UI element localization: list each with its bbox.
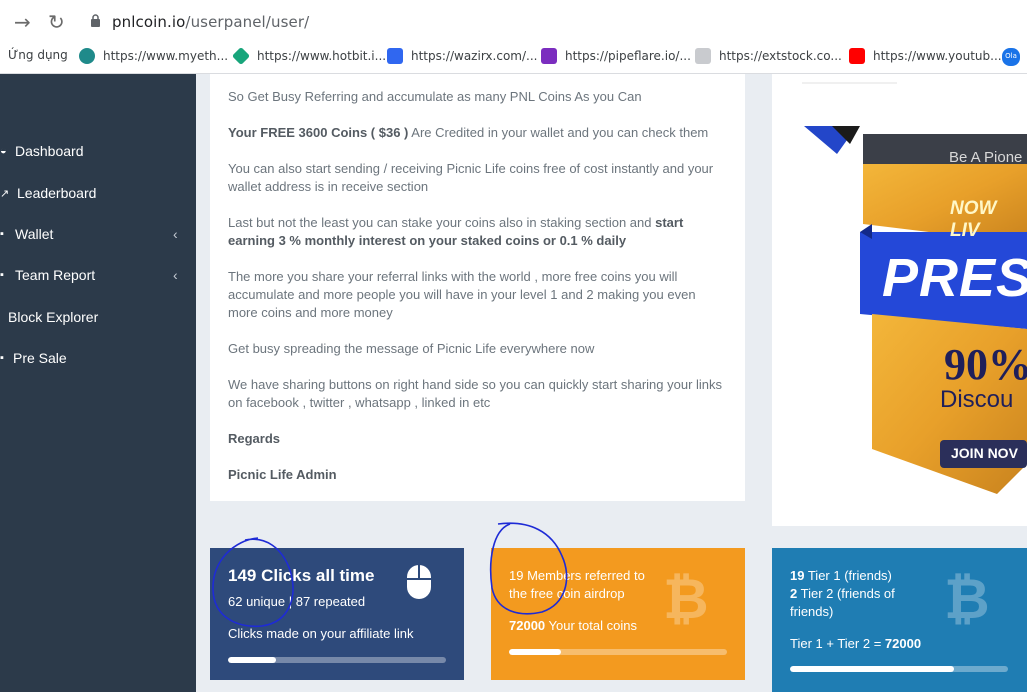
sidebar-item-block-explorer[interactable]: Block Explorer	[8, 305, 98, 329]
clicks-title: 149 Clicks all time	[228, 566, 375, 585]
message-paragraph: Last but not the least you can stake you…	[228, 215, 684, 248]
progress-fill	[228, 657, 276, 663]
members-progress-bar	[509, 649, 727, 655]
sidebar-item-label: Wallet	[15, 226, 54, 242]
welcome-message-card: So Get Busy Referring and accumulate as …	[210, 74, 745, 501]
bookmark-ola[interactable]: Ola	[1002, 48, 1020, 66]
sidebar-item-team-report[interactable]: ▪ Team Report ‹	[0, 263, 196, 287]
sidebar-item-pre-sale[interactable]: ▪ Pre Sale	[0, 346, 67, 370]
ad-text: Be A Pione	[949, 149, 1023, 166]
forward-arrow-icon[interactable]: →	[14, 10, 31, 34]
message-paragraph: Get busy spreading the message of Picnic…	[228, 341, 595, 356]
bookmarks-bar: Ứng dụng https://www.myeth... https://ww…	[0, 42, 1027, 74]
team-icon: ▪	[0, 269, 4, 281]
browser-address-bar: → ↻ pnlcoin.io/userpanel/user/	[0, 0, 1027, 42]
bitcoin-icon: ₿	[944, 567, 990, 632]
regards-text: Regards	[228, 431, 281, 446]
ad-discount-value: 90%	[944, 340, 1027, 389]
bookmark-youtube[interactable]: https://www.youtub...	[849, 48, 1002, 64]
chevron-left-icon: ‹	[173, 267, 178, 283]
bookmark-extstock[interactable]: https://extstock.co...	[695, 48, 842, 64]
members-text: 19 Members referred to the free coin aird…	[509, 568, 645, 601]
sidebar-item-dashboard[interactable]: ◒ Dashboard	[0, 139, 84, 163]
total-coins-text: 72000 Your total coins	[509, 618, 637, 633]
chart-icon: ↗	[0, 188, 10, 200]
presale-ad-banner[interactable]: Be A Pione NOW LIV PRESA 90% Discou JOIN…	[772, 74, 1027, 526]
mouse-icon	[407, 565, 431, 599]
hotbit-icon	[231, 46, 251, 66]
clicks-stat-card: 149 Clicks all time 62 unique | 87 repea…	[210, 548, 464, 680]
bitcoin-icon: ₿	[663, 567, 709, 632]
sidebar-item-label: Pre Sale	[13, 350, 67, 366]
ad-headline: PRESA	[882, 248, 1027, 308]
message-paragraph: The more you share your referral links w…	[228, 269, 696, 320]
tiers-progress-bar	[790, 666, 1008, 672]
lock-icon[interactable]	[90, 14, 101, 27]
ad-text: Discou	[940, 386, 1014, 413]
sidebar-item-wallet[interactable]: ▪ Wallet ‹	[0, 222, 196, 246]
url-field[interactable]: pnlcoin.io/userpanel/user/	[112, 13, 309, 31]
signature-text: Picnic Life Admin	[228, 467, 337, 482]
extstock-icon	[695, 48, 711, 64]
bookmark-apps[interactable]: Ứng dụng	[8, 48, 68, 62]
tiers-text: 19 Tier 1 (friends) 2 Tier 2 (friends of f…	[790, 568, 895, 619]
clicks-caption: Clicks made on your affiliate link	[228, 626, 414, 641]
message-paragraph: You can also start sending / receiving P…	[228, 161, 714, 194]
members-stat-card: 19 Members referred to the free coin aird…	[491, 548, 745, 680]
clicks-breakdown: 62 unique | 87 repeated	[228, 594, 366, 609]
chevron-left-icon: ‹	[173, 226, 178, 242]
message-paragraph: So Get Busy Referring and accumulate as …	[228, 89, 642, 104]
sidebar-item-label: Leaderboard	[17, 185, 97, 201]
sidebar-item-label: Dashboard	[15, 143, 84, 159]
youtube-icon	[849, 48, 865, 64]
tiers-stat-card: 19 Tier 1 (friends) 2 Tier 2 (friends of f…	[772, 548, 1027, 692]
ola-icon: Ola	[1002, 48, 1020, 66]
reload-icon[interactable]: ↻	[48, 10, 65, 34]
bookmark-pipeflare[interactable]: https://pipeflare.io/...	[541, 48, 691, 64]
bookmark-myeth[interactable]: https://www.myeth...	[79, 48, 228, 64]
ad-join-button[interactable]: JOIN NOV	[951, 445, 1018, 461]
presale-icon: ▪	[0, 352, 4, 364]
bookmark-hotbit[interactable]: https://www.hotbit.i...	[231, 46, 386, 66]
dashboard-icon: ◒	[0, 145, 7, 157]
progress-fill	[509, 649, 562, 655]
bookmark-wazirx[interactable]: https://wazirx.com/...	[387, 48, 537, 64]
sidebar-item-leaderboard[interactable]: ↗ Leaderboard	[0, 181, 96, 205]
sidebar-item-label: Block Explorer	[8, 309, 99, 325]
wallet-icon: ▪	[0, 228, 4, 240]
pipeflare-icon	[541, 48, 557, 64]
message-paragraph: Your FREE 3600 Coins ( $36 ) Are Credite…	[228, 125, 709, 140]
sidebar-item-label: Team Report	[15, 267, 96, 283]
progress-fill	[790, 666, 954, 672]
sidebar: ◒ Dashboard ↗ Leaderboard ▪ Wallet ‹ ▪ T…	[0, 74, 196, 692]
tiers-total: Tier 1 + Tier 2 = 72000	[790, 636, 922, 651]
message-paragraph: We have sharing buttons on right hand si…	[228, 377, 723, 410]
ad-text: NOW LIV	[950, 198, 997, 241]
myeth-icon	[79, 48, 95, 64]
wazirx-icon	[387, 48, 403, 64]
clicks-progress-bar	[228, 657, 446, 663]
